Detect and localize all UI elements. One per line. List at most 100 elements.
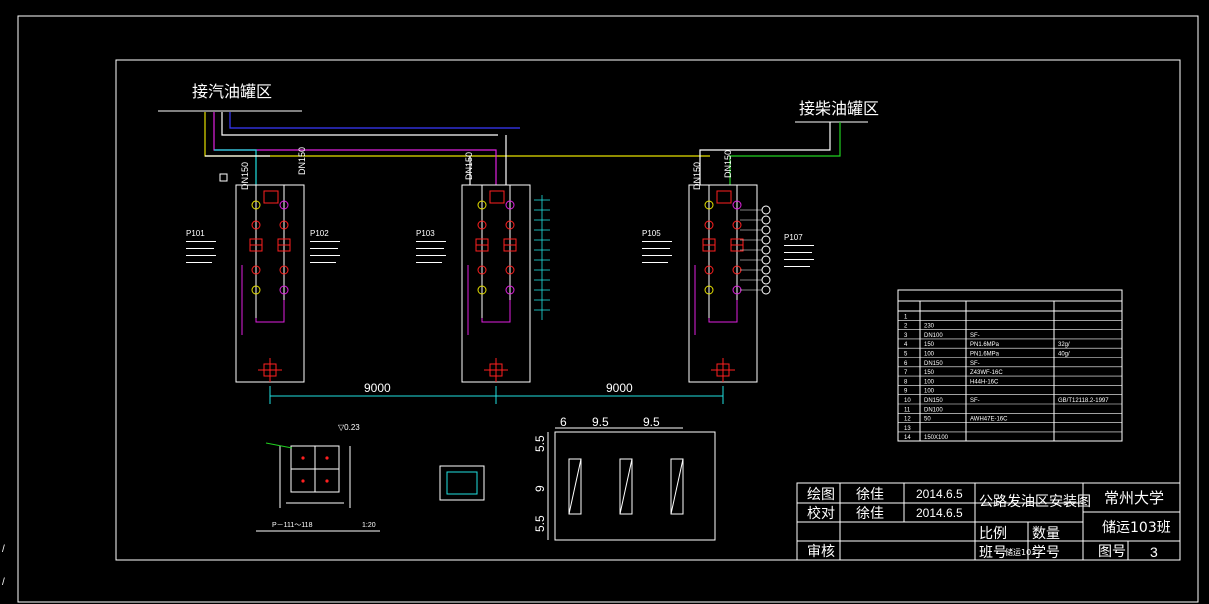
legend-table: 12 2303 DN100 SF-4 150 PN1.6MPa 32g/5 100 PN1.6M… (897, 289, 1123, 442)
corner-mark-2: / (2, 577, 5, 588)
pump-label-p102: P102 (310, 229, 329, 238)
foundation-dim-top-1: 6 (560, 415, 567, 429)
dim-9000-left: 9000 (364, 381, 391, 395)
legend-cell: GB/T12118.2-1997 (1058, 398, 1109, 404)
legend-cell: H44H-16C (970, 379, 999, 385)
legend-cell: 5 (904, 352, 908, 358)
legend-cell: SF- (970, 398, 980, 404)
legend-cell: 14 (904, 435, 911, 441)
legend-cell: 13 (904, 426, 911, 432)
return-pipe (481, 300, 511, 323)
dn-label-1: DN150 (240, 162, 250, 190)
legend-cell: 1 (904, 314, 908, 320)
legend-cell: 12 (904, 417, 911, 423)
legend-cell: 9 (904, 389, 908, 395)
outer-border (17, 15, 1199, 603)
legend-cell: 150 (924, 342, 935, 348)
callout-bubble (761, 265, 771, 275)
tb-qty-label: 数量 (1032, 526, 1060, 542)
legend-cell: 40g/ (1058, 352, 1070, 358)
callout-bubble (761, 215, 771, 225)
tb-drawing-no-label: 图号 (1098, 544, 1126, 560)
legend-cell: 100 (924, 352, 935, 358)
callout-bubble (761, 255, 771, 265)
island-1 (235, 184, 305, 383)
pump-label-p103: P103 (416, 229, 435, 238)
legend-cell: 100 (924, 379, 935, 385)
corner-mark-1: / (2, 544, 5, 555)
legend-cell: 230 (924, 324, 935, 330)
legend-cell: 4 (904, 342, 908, 348)
legend-cell: 10 (904, 398, 911, 404)
legend-cell: SF- (970, 333, 980, 339)
legend-cell: 150 (924, 370, 935, 376)
tb-student-no-label: 学号 (1032, 545, 1060, 561)
callout-bubble (761, 245, 771, 255)
tb-review-label: 审核 (807, 544, 835, 560)
island-3 (688, 184, 758, 383)
legend-cell: PN1.6MPa (970, 342, 1000, 348)
foundation-detail (256, 442, 380, 532)
tb-checked-date: 2014.6.5 (916, 506, 963, 520)
tb-drawing-no: 3 (1150, 544, 1158, 560)
detail-caption: P－111～118 (272, 522, 313, 529)
title-diesel: 接柴油罐区 (799, 99, 879, 118)
dn-label-3: DN150 (464, 152, 474, 180)
callout-bubble (761, 275, 771, 285)
legend-cell: SF- (970, 361, 980, 367)
legend-cell: 100 (924, 389, 935, 395)
dn-label-5: DN150 (723, 150, 733, 178)
legend-cell: 3 (904, 333, 908, 339)
detail-scale: 1:20 (362, 522, 376, 529)
legend-cell: Z43WF-16C (970, 370, 1003, 376)
foundation-dim-top-2: 9.5 (592, 415, 609, 429)
foundation-plan (547, 427, 716, 541)
tb-scale-label: 比例 (979, 526, 1007, 542)
pump-islands (235, 184, 758, 383)
tb-checked-by: 徐佳 (856, 506, 884, 522)
tb-drawn-label: 绘图 (807, 487, 835, 503)
foundation-dim-left-3: 5.5 (533, 515, 547, 532)
legend-cell: AWH47E-16C (970, 417, 1008, 423)
return-pipe (708, 300, 738, 323)
legend-cell: 7 (904, 370, 908, 376)
return-pipe (255, 300, 285, 323)
dn-label-4: DN150 (692, 162, 702, 190)
legend-cell: DN150 (924, 398, 943, 404)
legend-cell: DN100 (924, 333, 943, 339)
callout-bubble (761, 205, 771, 215)
dim-9000-right: 9000 (606, 381, 633, 395)
dispenser-marks (258, 190, 735, 382)
tb-school: 常州大学 (1104, 489, 1164, 507)
valve-stacks (241, 185, 771, 335)
foundation-dim-top-3: 9.5 (643, 415, 660, 429)
callout-bubble (761, 225, 771, 235)
tb-class-no-label: 班号 (979, 545, 1007, 561)
legend-cell: PN1.6MPa (970, 352, 1000, 358)
small-square-detail (439, 465, 485, 501)
dimension-9000 (269, 386, 724, 404)
legend-cell: DN150 (924, 361, 943, 367)
island-2 (461, 184, 531, 383)
pump-label-p107: P107 (784, 233, 803, 242)
title-gas: 接汽油罐区 (192, 82, 272, 101)
legend-cell: 2 (904, 324, 908, 330)
pump-label-p105: P105 (642, 229, 661, 238)
tb-drawn-date: 2014.6.5 (916, 487, 963, 501)
tb-drawing-title: 公路发油区安装图 (979, 494, 1091, 510)
foundation-dim-left-1: 5.5 (533, 435, 547, 452)
drawing-sheet: 接汽油罐区 接柴油罐区 DN150 DN150 DN150 DN150 DN15… (2, 15, 1199, 603)
callout-bubble (761, 285, 771, 295)
legend-cell: 8 (904, 379, 908, 385)
legend-cell: DN100 (924, 407, 943, 413)
detail-level: ▽0.23 (338, 423, 360, 432)
legend-cell: 6 (904, 361, 908, 367)
legend-cell: 32g/ (1058, 342, 1070, 348)
pump-label-p101: P101 (186, 229, 205, 238)
tb-drawn-by: 徐佳 (856, 487, 884, 503)
tb-checked-label: 校对 (807, 505, 835, 522)
tb-class: 储运103班 (1102, 520, 1171, 536)
callout-bubble (761, 235, 771, 245)
dn-label-2: DN150 (297, 147, 307, 175)
marker-square (219, 173, 228, 182)
